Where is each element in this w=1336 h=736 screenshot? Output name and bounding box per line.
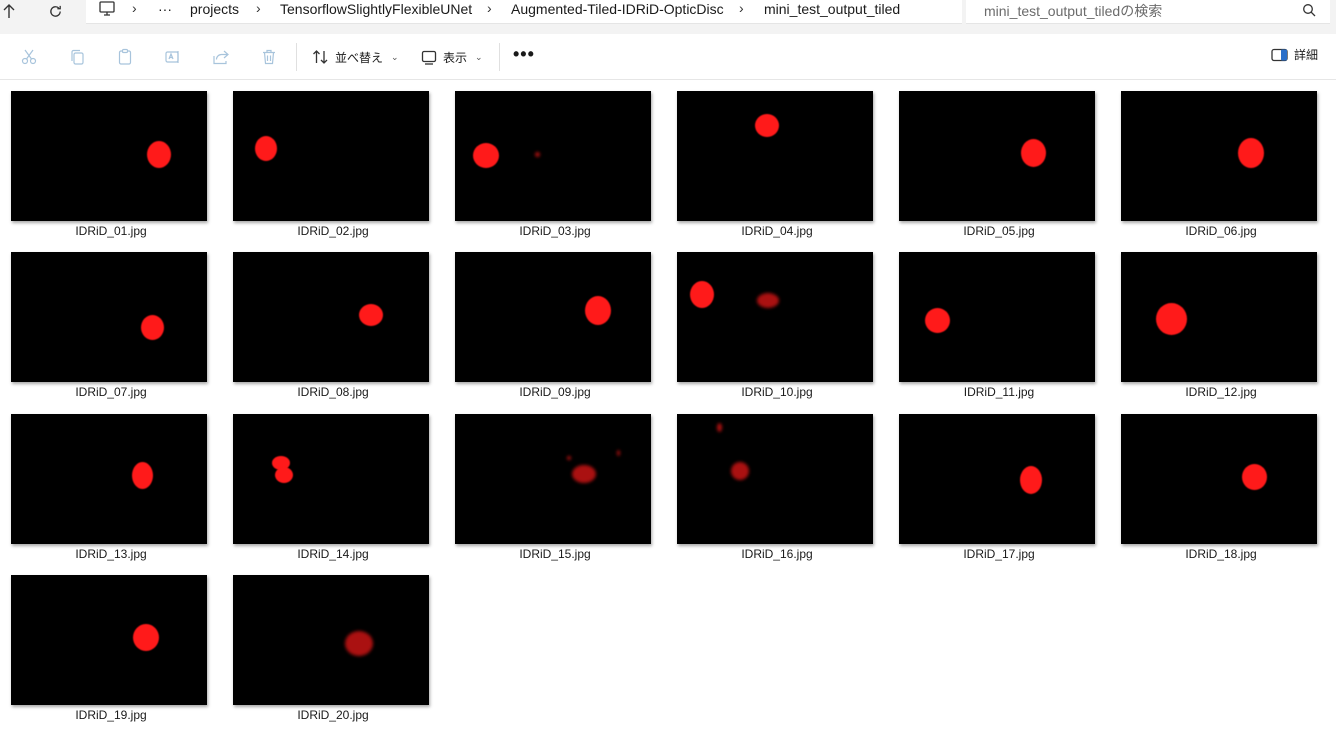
file-name: IDRiD_05.jpg	[963, 224, 1035, 238]
image-thumbnail	[899, 414, 1095, 544]
image-thumbnail	[11, 91, 207, 221]
chevron-right-icon: ›	[256, 0, 261, 16]
image-thumbnail	[677, 91, 873, 221]
file-name: IDRiD_13.jpg	[75, 547, 147, 561]
view-menu-button[interactable]: 表示 ⌄	[421, 46, 483, 68]
command-toolbar: 並べ替え ⌄ 表示 ⌄ ••• 詳細	[0, 35, 1336, 80]
file-name: IDRiD_06.jpg	[1185, 224, 1257, 238]
paste-icon[interactable]	[115, 47, 135, 67]
rename-icon[interactable]	[163, 47, 183, 67]
image-thumbnail	[1121, 91, 1317, 221]
chevron-down-icon: ⌄	[475, 51, 483, 62]
refresh-icon[interactable]	[40, 0, 70, 22]
file-name: IDRiD_12.jpg	[1185, 385, 1257, 399]
file-item[interactable]: IDRiD_09.jpg	[444, 241, 666, 399]
file-item[interactable]: IDRiD_19.jpg	[0, 564, 222, 722]
image-thumbnail	[11, 414, 207, 544]
view-icon	[421, 50, 437, 65]
file-name: IDRiD_09.jpg	[519, 385, 591, 399]
chevron-down-icon: ⌄	[391, 51, 399, 62]
image-thumbnail	[455, 414, 651, 544]
view-label: 表示	[443, 50, 468, 65]
more-options-button[interactable]: •••	[513, 44, 535, 65]
file-item[interactable]: IDRiD_08.jpg	[222, 241, 444, 399]
file-name: IDRiD_04.jpg	[741, 224, 813, 238]
this-pc-icon[interactable]	[98, 1, 116, 17]
file-name: IDRiD_01.jpg	[75, 224, 147, 238]
delete-icon[interactable]	[259, 47, 279, 67]
file-name: IDRiD_08.jpg	[297, 385, 369, 399]
image-thumbnail	[233, 414, 429, 544]
breadcrumb-more[interactable]: ···	[158, 1, 172, 17]
image-thumbnail	[11, 575, 207, 705]
address-box[interactable]: › ··· projects › TensorflowSlightlyFlexi…	[86, 0, 962, 24]
toolbar-divider	[296, 43, 297, 71]
file-item[interactable]: IDRiD_20.jpg	[222, 564, 444, 722]
file-name: IDRiD_20.jpg	[297, 708, 369, 722]
image-thumbnail	[455, 252, 651, 382]
image-thumbnail	[11, 252, 207, 382]
chevron-right-icon: ›	[132, 0, 137, 16]
file-item[interactable]: IDRiD_11.jpg	[888, 241, 1110, 399]
toolbar-divider	[499, 43, 500, 71]
file-item[interactable]: IDRiD_16.jpg	[666, 403, 888, 561]
image-thumbnail	[233, 575, 429, 705]
image-thumbnail	[899, 91, 1095, 221]
sort-icon	[313, 50, 328, 64]
breadcrumb-current-folder[interactable]: mini_test_output_tiled	[764, 1, 900, 17]
file-name: IDRiD_03.jpg	[519, 224, 591, 238]
file-name: IDRiD_14.jpg	[297, 547, 369, 561]
file-name: IDRiD_18.jpg	[1185, 547, 1257, 561]
image-thumbnail	[1121, 414, 1317, 544]
sort-label: 並べ替え	[335, 50, 384, 65]
details-label: 詳細	[1293, 48, 1318, 62]
file-name: IDRiD_15.jpg	[519, 547, 591, 561]
search-input[interactable]	[984, 0, 1294, 22]
file-name: IDRiD_07.jpg	[75, 385, 147, 399]
up-arrow-icon[interactable]	[0, 0, 24, 22]
file-grid: IDRiD_01.jpg IDRiD_02.jpg IDRiD_03.jpg I…	[0, 80, 1336, 736]
file-item[interactable]: IDRiD_10.jpg	[666, 241, 888, 399]
file-item[interactable]: IDRiD_18.jpg	[1110, 403, 1332, 561]
file-item[interactable]: IDRiD_15.jpg	[444, 403, 666, 561]
image-thumbnail	[1121, 252, 1317, 382]
breadcrumb-projects[interactable]: projects	[190, 1, 239, 17]
file-item[interactable]: IDRiD_03.jpg	[444, 80, 666, 238]
details-pane-icon	[1271, 48, 1288, 61]
image-thumbnail	[677, 252, 873, 382]
image-thumbnail	[899, 252, 1095, 382]
file-item[interactable]: IDRiD_05.jpg	[888, 80, 1110, 238]
file-item[interactable]: IDRiD_02.jpg	[222, 80, 444, 238]
address-bar-row: › ··· projects › TensorflowSlightlyFlexi…	[0, 0, 1336, 34]
cut-icon[interactable]	[19, 47, 39, 67]
file-name: IDRiD_19.jpg	[75, 708, 147, 722]
copy-icon[interactable]	[67, 47, 87, 67]
search-box	[966, 0, 1330, 24]
file-name: IDRiD_17.jpg	[963, 547, 1035, 561]
breadcrumb-augmented-tiled[interactable]: Augmented-Tiled-IDRiD-OpticDisc	[511, 1, 724, 17]
file-name: IDRiD_11.jpg	[963, 385, 1035, 399]
chevron-right-icon: ›	[739, 0, 744, 16]
share-icon[interactable]	[211, 47, 231, 67]
file-item[interactable]: IDRiD_01.jpg	[0, 80, 222, 238]
image-thumbnail	[677, 414, 873, 544]
file-item[interactable]: IDRiD_13.jpg	[0, 403, 222, 561]
file-item[interactable]: IDRiD_07.jpg	[0, 241, 222, 399]
file-item[interactable]: IDRiD_17.jpg	[888, 403, 1110, 561]
image-thumbnail	[233, 91, 429, 221]
file-name: IDRiD_10.jpg	[741, 385, 813, 399]
file-item[interactable]: IDRiD_12.jpg	[1110, 241, 1332, 399]
chevron-right-icon: ›	[487, 0, 492, 16]
sort-menu-button[interactable]: 並べ替え ⌄	[312, 46, 399, 68]
file-item[interactable]: IDRiD_04.jpg	[666, 80, 888, 238]
details-pane-button[interactable]: 詳細	[1271, 46, 1318, 63]
breadcrumb-tensorflow-unet[interactable]: TensorflowSlightlyFlexibleUNet	[280, 1, 472, 17]
file-item[interactable]: IDRiD_14.jpg	[222, 403, 444, 561]
image-thumbnail	[233, 252, 429, 382]
search-icon[interactable]	[1302, 3, 1316, 17]
file-item[interactable]: IDRiD_06.jpg	[1110, 80, 1332, 238]
file-name: IDRiD_16.jpg	[741, 547, 813, 561]
file-name: IDRiD_02.jpg	[297, 224, 369, 238]
image-thumbnail	[455, 91, 651, 221]
